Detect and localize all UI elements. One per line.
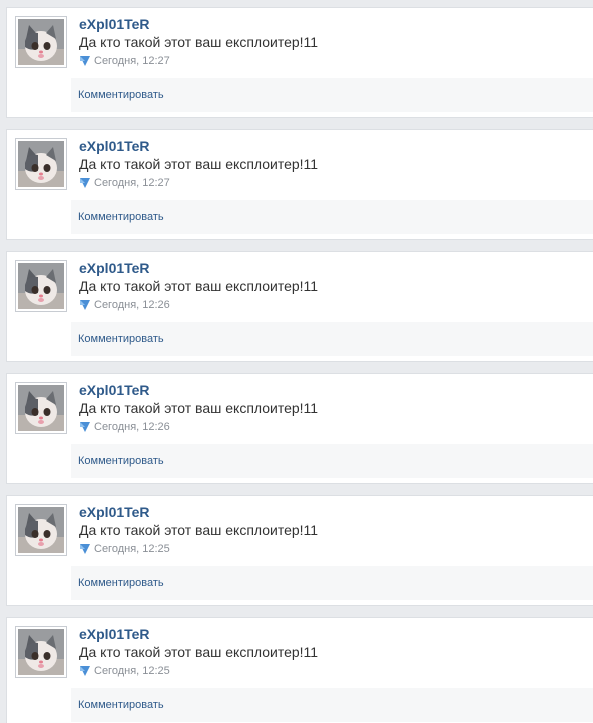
post-time: Сегодня, 12:26: [94, 421, 170, 433]
post-author[interactable]: eXpl01TeR: [79, 503, 593, 521]
avatar[interactable]: [15, 16, 67, 68]
kitten-avatar-icon: [18, 385, 64, 431]
blue-triangle-icon: [80, 666, 90, 676]
post-text: Да кто такой этот ваш експлоитер!11: [79, 278, 319, 294]
post-card: eXpl01TeR Да кто такой этот ваш експлоит…: [6, 7, 593, 118]
blue-triangle-icon: [80, 56, 90, 66]
post-text: Да кто такой этот ваш експлоитер!11: [79, 400, 319, 416]
avatar[interactable]: [15, 626, 67, 678]
post-card: eXpl01TeR Да кто такой этот ваш експлоит…: [6, 251, 593, 362]
comment-button[interactable]: Комментировать: [78, 211, 164, 223]
post-text: Да кто такой этот ваш експлоитер!11: [79, 156, 319, 172]
comment-button[interactable]: Комментировать: [78, 455, 164, 467]
post-author[interactable]: eXpl01TeR: [79, 137, 593, 155]
blue-triangle-icon: [80, 178, 90, 188]
post-meta: Сегодня, 12:26: [79, 297, 593, 313]
post-card: eXpl01TeR Да кто такой этот ваш експлоит…: [6, 373, 593, 484]
post-feed: eXpl01TeR Да кто такой этот ваш експлоит…: [0, 0, 593, 723]
comment-button[interactable]: Комментировать: [78, 577, 164, 589]
post-meta: Сегодня, 12:25: [79, 663, 593, 679]
kitten-avatar-icon: [18, 263, 64, 309]
post-author[interactable]: eXpl01TeR: [79, 381, 593, 399]
post-text: Да кто такой этот ваш експлоитер!11: [79, 34, 319, 50]
kitten-avatar-icon: [18, 141, 64, 187]
post-text: Да кто такой этот ваш експлоитер!11: [79, 522, 319, 538]
post-meta: Сегодня, 12:27: [79, 53, 593, 69]
post-action-bar: Комментировать: [71, 322, 593, 356]
post-time: Сегодня, 12:25: [94, 665, 170, 677]
post-time: Сегодня, 12:27: [94, 177, 170, 189]
post-card: eXpl01TeR Да кто такой этот ваш експлоит…: [6, 129, 593, 240]
kitten-avatar-icon: [18, 629, 64, 675]
post-time: Сегодня, 12:27: [94, 55, 170, 67]
post-time: Сегодня, 12:26: [94, 299, 170, 311]
post-text: Да кто такой этот ваш експлоитер!11: [79, 644, 319, 660]
avatar[interactable]: [15, 138, 67, 190]
post-card: eXpl01TeR Да кто такой этот ваш експлоит…: [6, 495, 593, 606]
avatar[interactable]: [15, 382, 67, 434]
post-action-bar: Комментировать: [71, 444, 593, 478]
comment-button[interactable]: Комментировать: [78, 699, 164, 711]
post-author[interactable]: eXpl01TeR: [79, 259, 593, 277]
post-meta: Сегодня, 12:26: [79, 419, 593, 435]
blue-triangle-icon: [80, 300, 90, 310]
post-action-bar: Комментировать: [71, 78, 593, 112]
comment-button[interactable]: Комментировать: [78, 333, 164, 345]
comment-button[interactable]: Комментировать: [78, 89, 164, 101]
blue-triangle-icon: [80, 544, 90, 554]
post-author[interactable]: eXpl01TeR: [79, 15, 593, 33]
post-action-bar: Комментировать: [71, 566, 593, 600]
post-action-bar: Комментировать: [71, 200, 593, 234]
post-author[interactable]: eXpl01TeR: [79, 625, 593, 643]
post-time: Сегодня, 12:25: [94, 543, 170, 555]
avatar[interactable]: [15, 260, 67, 312]
blue-triangle-icon: [80, 422, 90, 432]
post-meta: Сегодня, 12:25: [79, 541, 593, 557]
avatar[interactable]: [15, 504, 67, 556]
post-action-bar: Комментировать: [71, 688, 593, 722]
post-card: eXpl01TeR Да кто такой этот ваш експлоит…: [6, 617, 593, 723]
kitten-avatar-icon: [18, 507, 64, 553]
post-meta: Сегодня, 12:27: [79, 175, 593, 191]
kitten-avatar-icon: [18, 19, 64, 65]
